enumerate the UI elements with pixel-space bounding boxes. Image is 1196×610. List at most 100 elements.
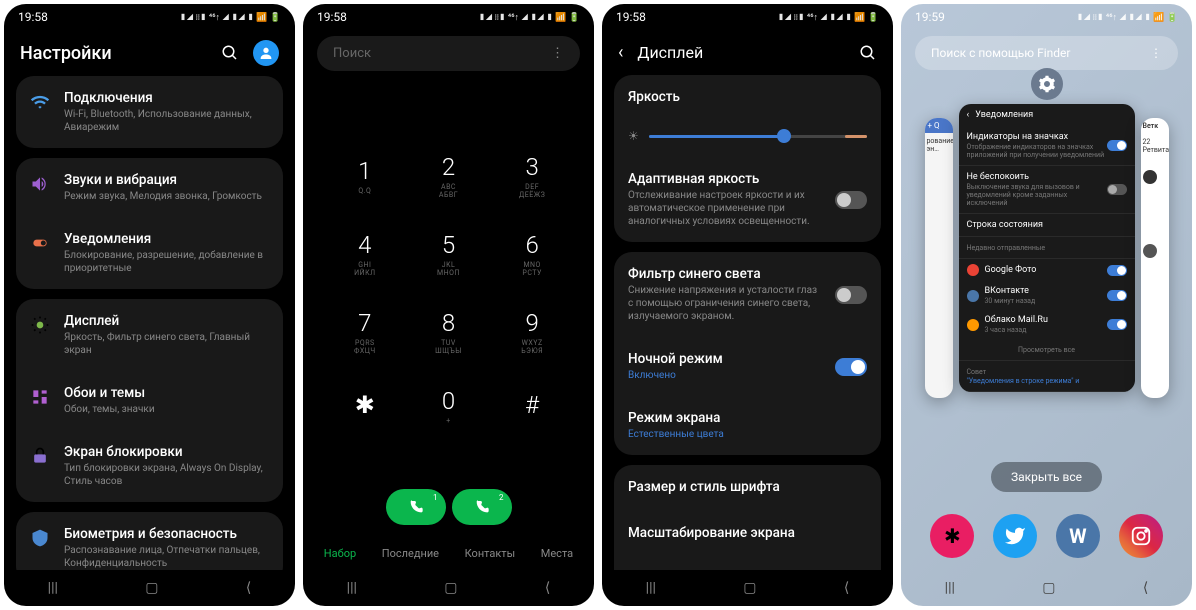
item-sub: Тип блокировки экрана, Always On Display… bbox=[64, 462, 269, 488]
recent-card-left[interactable]: +Q рование эн… bbox=[925, 118, 953, 398]
more-icon[interactable]: ⋮ bbox=[1150, 46, 1162, 60]
display-list: Яркость ☀ Адаптивная яркостьОтслеживание… bbox=[602, 75, 893, 570]
recents-area: +Q рование эн… ‹ Уведомления Индикаторы … bbox=[901, 76, 1192, 452]
item-title: Дисплей bbox=[64, 313, 269, 329]
keypad-key-3[interactable]: 3DEF ДЕЁЖЗ bbox=[490, 137, 574, 215]
back-nav[interactable]: ⟨ bbox=[1143, 580, 1148, 596]
home-nav[interactable]: ▢ bbox=[743, 580, 756, 596]
dialer-tab[interactable]: Места bbox=[541, 547, 573, 560]
recents-nav[interactable]: ||| bbox=[646, 580, 656, 596]
gear-icon[interactable] bbox=[1031, 68, 1063, 100]
settings-item[interactable]: Обои и темыОбои, темы, значки bbox=[16, 371, 283, 430]
statusbar: 19:58 ▮◢ ፧፧▮ ⁴⁶↑ ◢ ▮◢ ▮ 📶 🔋 bbox=[602, 4, 893, 30]
display-icon bbox=[30, 315, 50, 335]
brightness-slider[interactable]: ☀ bbox=[614, 121, 881, 157]
display-item[interactable]: Ночной режимВключено bbox=[614, 337, 881, 396]
settings-item[interactable]: ДисплейЯркость, Фильтр синего света, Гла… bbox=[16, 299, 283, 371]
keypad-key-✱[interactable]: ✱ bbox=[323, 371, 407, 441]
back-icon[interactable]: ‹ bbox=[618, 42, 623, 63]
settings-item[interactable]: Звуки и вибрацияРежим звука, Мелодия зво… bbox=[16, 158, 283, 217]
home-nav[interactable]: ▢ bbox=[444, 580, 457, 596]
keypad-key-4[interactable]: 4GHI ИЙКЛ bbox=[323, 215, 407, 293]
toggle[interactable] bbox=[1107, 290, 1127, 301]
slider-thumb[interactable] bbox=[777, 129, 791, 143]
close-all-button[interactable]: Закрыть все bbox=[991, 462, 1102, 492]
profile-avatar[interactable] bbox=[253, 40, 279, 66]
page-title: Настройки bbox=[20, 43, 112, 64]
statusbar: 19:58 ▮◢ ፧፧▮ ⁴⁶↑ ◢ ▮◢ ▮ 📶 🔋 bbox=[303, 4, 594, 30]
keypad-key-8[interactable]: 8TUV ШЩЪЫ bbox=[407, 293, 491, 371]
toggle[interactable] bbox=[835, 286, 867, 304]
call-sim1-button[interactable]: 1 bbox=[386, 489, 446, 525]
twitter-app-icon[interactable] bbox=[993, 514, 1037, 558]
clock: 19:58 bbox=[317, 10, 347, 24]
recent-card-right[interactable]: Ветк 22 Ретвита! bbox=[1141, 118, 1169, 398]
home-nav[interactable]: ▢ bbox=[1042, 580, 1055, 596]
display-item[interactable]: Адаптивная яркостьОтслеживание настроек … bbox=[614, 157, 881, 242]
toggle[interactable] bbox=[1107, 140, 1127, 151]
dialer-tab[interactable]: Последние bbox=[382, 547, 439, 560]
recent-card-main[interactable]: ‹ Уведомления Индикаторы на значкахОтобр… bbox=[959, 104, 1135, 392]
vk-app-icon[interactable]: W bbox=[1056, 514, 1100, 558]
dialer-search[interactable]: Поиск ⋮ bbox=[317, 36, 580, 71]
app-row[interactable]: Google Фото bbox=[959, 259, 1135, 281]
card-header: ‹ Уведомления bbox=[959, 104, 1135, 126]
recents-nav[interactable]: ||| bbox=[945, 580, 955, 596]
settings-item[interactable]: ПодключенияWi-Fi, Bluetooth, Использован… bbox=[16, 76, 283, 148]
app-row[interactable]: ВКонтакте30 минут назад bbox=[959, 281, 1135, 310]
recents-nav[interactable]: ||| bbox=[48, 580, 58, 596]
dialer-tab[interactable]: Набор bbox=[324, 547, 356, 560]
keypad-key-6[interactable]: 6MNO РСТУ bbox=[490, 215, 574, 293]
toggle[interactable] bbox=[1107, 265, 1127, 276]
instagram-app-icon[interactable] bbox=[1119, 514, 1163, 558]
clock: 19:58 bbox=[18, 10, 48, 24]
home-nav[interactable]: ▢ bbox=[145, 580, 158, 596]
keypad-key-1[interactable]: 1Q.Q bbox=[323, 137, 407, 215]
back-nav[interactable]: ⟨ bbox=[545, 580, 550, 596]
search-icon[interactable] bbox=[859, 44, 877, 62]
more-icon[interactable]: ⋮ bbox=[551, 46, 564, 61]
recents-nav[interactable]: ||| bbox=[347, 580, 357, 596]
keypad-key-9[interactable]: 9WXYZ ЬЭЮЯ bbox=[490, 293, 574, 371]
display-item[interactable]: Разрешение экранаFHD+ (2280 x 1080) bbox=[614, 557, 881, 570]
keypad-key-5[interactable]: 5JKL МНОП bbox=[407, 215, 491, 293]
back-nav[interactable]: ⟨ bbox=[246, 580, 251, 596]
keypad-key-2[interactable]: 2ABC АБВГ bbox=[407, 137, 491, 215]
keypad: 1Q.Q2ABC АБВГ3DEF ДЕЁЖЗ 4GHI ИЙКЛ5JKL МНО… bbox=[303, 77, 594, 481]
status-icons: ▮◢ ፧፧▮ ⁴⁶↑ ◢ ▮◢ ▮ 📶 🔋 bbox=[180, 12, 281, 23]
keypad-key-0[interactable]: 0+ bbox=[407, 371, 491, 441]
notification-item[interactable]: Индикаторы на значкахОтображение индикат… bbox=[959, 126, 1135, 166]
notification-item[interactable]: Не беспокоитьВыключение звука для вызово… bbox=[959, 166, 1135, 214]
toggle[interactable] bbox=[1107, 184, 1127, 195]
display-item[interactable]: Режим экранаЕстественные цвета bbox=[614, 396, 881, 455]
brightness-item: Яркость bbox=[614, 75, 881, 121]
toggle[interactable] bbox=[1107, 319, 1127, 330]
display-item[interactable]: Масштабирование экрана bbox=[614, 511, 881, 557]
call-sim2-button[interactable]: 2 bbox=[452, 489, 512, 525]
settings-item[interactable]: Экран блокировкиТип блокировки экрана, A… bbox=[16, 430, 283, 502]
toggle[interactable] bbox=[835, 358, 867, 376]
settings-group: Биометрия и безопасностьРаспознавание ли… bbox=[16, 512, 283, 570]
keypad-key-#[interactable]: # bbox=[490, 371, 574, 441]
view-all[interactable]: Просмотреть все bbox=[959, 339, 1135, 361]
item-sub: Распознавание лица, Отпечатки пальцев, К… bbox=[64, 544, 269, 570]
item-sub: Обои, темы, значки bbox=[64, 403, 269, 416]
search-icon[interactable] bbox=[221, 44, 239, 62]
back-nav[interactable]: ⟨ bbox=[844, 580, 849, 596]
display-item[interactable]: Размер и стиль шрифта bbox=[614, 465, 881, 511]
settings-item[interactable]: Биометрия и безопасностьРаспознавание ли… bbox=[16, 512, 283, 570]
dialer-tab[interactable]: Контакты bbox=[465, 547, 516, 560]
settings-item[interactable]: УведомленияБлокирование, разрешение, доб… bbox=[16, 217, 283, 289]
finder-search[interactable]: Поиск с помощью Finder ⋮ bbox=[915, 36, 1178, 70]
display-header: ‹ Дисплей bbox=[602, 30, 893, 75]
tip-item: Совет "Уведомления в строке режима" и bbox=[959, 361, 1135, 392]
gallery-app-icon[interactable]: ✱ bbox=[930, 514, 974, 558]
slider-track bbox=[649, 135, 867, 138]
keypad-key-7[interactable]: 7PQRS ФХЦЧ bbox=[323, 293, 407, 371]
recents-phone: 19:59 ▮◢ ፧፧▮ ⁴⁶↑ ◢ ▮◢ ▮ 📶 🔋 Поиск с помо… bbox=[901, 4, 1192, 606]
display-item[interactable]: Фильтр синего светаСнижение напряжения и… bbox=[614, 252, 881, 337]
status-line-item[interactable]: Строка состояния bbox=[959, 214, 1135, 237]
toggle[interactable] bbox=[835, 191, 867, 209]
app-row[interactable]: Облако Mail.Ru3 часа назад bbox=[959, 310, 1135, 339]
clock: 19:58 bbox=[616, 10, 646, 24]
